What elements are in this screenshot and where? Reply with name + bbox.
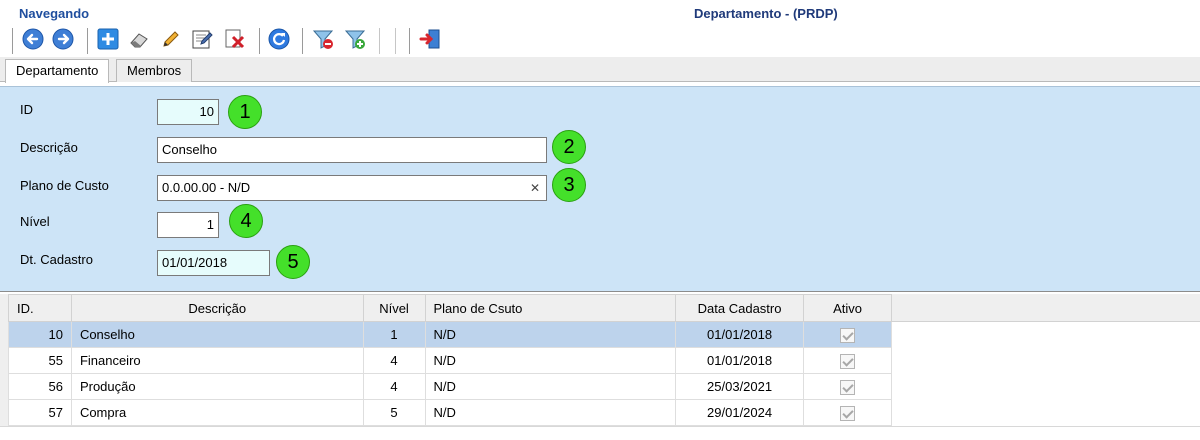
clear-icon[interactable]: ✕: [530, 176, 540, 200]
callout-badge-2: 2: [552, 130, 586, 164]
cell-nivel: 4: [362, 373, 426, 400]
edit-button[interactable]: [159, 28, 183, 52]
id-label: ID: [20, 102, 33, 117]
cell-plano: N/D: [424, 321, 677, 348]
grid-header-filler: [892, 294, 1200, 322]
exit-button[interactable]: [418, 28, 442, 52]
add-button[interactable]: [96, 28, 120, 52]
cell-data: 01/01/2018: [675, 347, 805, 374]
ativo-checkbox[interactable]: [840, 327, 856, 343]
delete-button[interactable]: [223, 28, 247, 52]
cell-nivel: 1: [362, 321, 426, 348]
toolbar: [0, 24, 1200, 57]
descricao-field[interactable]: Conselho: [157, 137, 547, 163]
cell-plano: N/D: [424, 347, 677, 374]
column-header-id[interactable]: ID.: [8, 294, 72, 322]
cell-ativo: [803, 347, 892, 374]
refresh-button[interactable]: [267, 28, 291, 52]
back-arrow-icon: [22, 28, 44, 53]
toolbar-separator: [302, 28, 303, 54]
nivel-field[interactable]: 1: [157, 212, 219, 238]
add-icon: [97, 28, 119, 53]
cell-ativo: [803, 373, 892, 400]
tab-membros[interactable]: Membros: [116, 59, 193, 82]
toolbar-separator: [12, 28, 13, 54]
table-row[interactable]: 55 Financeiro 4 N/D 01/01/2018: [8, 347, 892, 374]
callout-badge-1: 1: [228, 95, 262, 129]
cell-data: 01/01/2018: [675, 321, 805, 348]
back-button[interactable]: [21, 28, 45, 52]
column-header-plano[interactable]: Plano de Csuto: [424, 294, 677, 322]
ativo-checkbox[interactable]: [840, 379, 856, 395]
filter-remove-icon: [312, 28, 334, 53]
callout-badge-5: 5: [276, 245, 310, 279]
cell-ativo: [803, 399, 892, 426]
cell-id: 57: [8, 399, 72, 426]
callout-badge-3: 3: [552, 168, 586, 202]
cell-nivel: 5: [362, 399, 426, 426]
tab-strip: Departamento Membros: [0, 57, 1200, 83]
plano-custo-field[interactable]: 0.0.00.00 - N/D ✕: [157, 175, 547, 201]
toolbar-separator: [379, 28, 380, 54]
clear-button[interactable]: [127, 28, 151, 52]
cell-nivel: 4: [362, 347, 426, 374]
cell-plano: N/D: [424, 373, 677, 400]
ativo-checkbox[interactable]: [840, 405, 856, 421]
column-header-data[interactable]: Data Cadastro: [675, 294, 805, 322]
forward-arrow-icon: [52, 28, 74, 53]
table-row[interactable]: 57 Compra 5 N/D 29/01/2024: [8, 399, 892, 426]
ativo-checkbox[interactable]: [840, 353, 856, 369]
grid-bottom-area: [0, 426, 1200, 440]
table-row[interactable]: 56 Produção 4 N/D 25/03/2021: [8, 373, 892, 400]
grid-header-row: ID. Descrição Nível Plano de Csuto Data …: [8, 294, 892, 322]
mode-label: Navegando: [19, 6, 90, 21]
column-header-ativo[interactable]: Ativo: [803, 294, 892, 322]
refresh-icon: [268, 28, 290, 53]
eraser-icon: [128, 28, 150, 53]
column-header-descricao[interactable]: Descrição: [70, 294, 364, 322]
filter-add-icon: [344, 28, 366, 53]
edit-note-icon: [191, 28, 213, 53]
dt-cadastro-label: Dt. Cadastro: [20, 252, 93, 267]
exit-icon: [419, 28, 441, 53]
table-row[interactable]: 10 Conselho 1 N/D 01/01/2018: [8, 321, 892, 348]
cell-id: 10: [8, 321, 72, 348]
plano-custo-value: 0.0.00.00 - N/D: [162, 180, 251, 195]
cell-descricao: Conselho: [70, 321, 364, 348]
id-field[interactable]: 10: [157, 99, 219, 125]
delete-icon: [224, 28, 246, 53]
tab-departamento[interactable]: Departamento: [5, 59, 110, 83]
departments-grid: ID. Descrição Nível Plano de Csuto Data …: [8, 294, 892, 426]
edit-pencil-icon: [160, 28, 182, 53]
cell-descricao: Compra: [70, 399, 364, 426]
cell-data: 29/01/2024: [675, 399, 805, 426]
callout-badge-4: 4: [229, 204, 263, 238]
cell-id: 55: [8, 347, 72, 374]
forward-button[interactable]: [51, 28, 75, 52]
toolbar-separator: [87, 28, 88, 54]
dt-cadastro-field[interactable]: 01/01/2018: [157, 250, 270, 276]
edit-note-button[interactable]: [190, 28, 214, 52]
plano-custo-label: Plano de Custo: [20, 178, 109, 193]
cell-descricao: Financeiro: [70, 347, 364, 374]
descricao-label: Descrição: [20, 140, 78, 155]
filter-remove-button[interactable]: [311, 28, 335, 52]
toolbar-separator: [259, 28, 260, 54]
grid-indicator-column: [0, 294, 8, 426]
cell-ativo: [803, 321, 892, 348]
cell-descricao: Produção: [70, 373, 364, 400]
toolbar-separator: [409, 28, 410, 54]
column-header-nivel[interactable]: Nível: [362, 294, 426, 322]
cell-id: 56: [8, 373, 72, 400]
title-bar: Navegando Departamento - (PRDP): [0, 0, 1200, 24]
toolbar-separator: [395, 28, 396, 54]
cell-data: 25/03/2021: [675, 373, 805, 400]
cell-plano: N/D: [424, 399, 677, 426]
nivel-label: Nível: [20, 214, 50, 229]
window-title: Departamento - (PRDP): [694, 6, 838, 21]
filter-add-button[interactable]: [343, 28, 367, 52]
